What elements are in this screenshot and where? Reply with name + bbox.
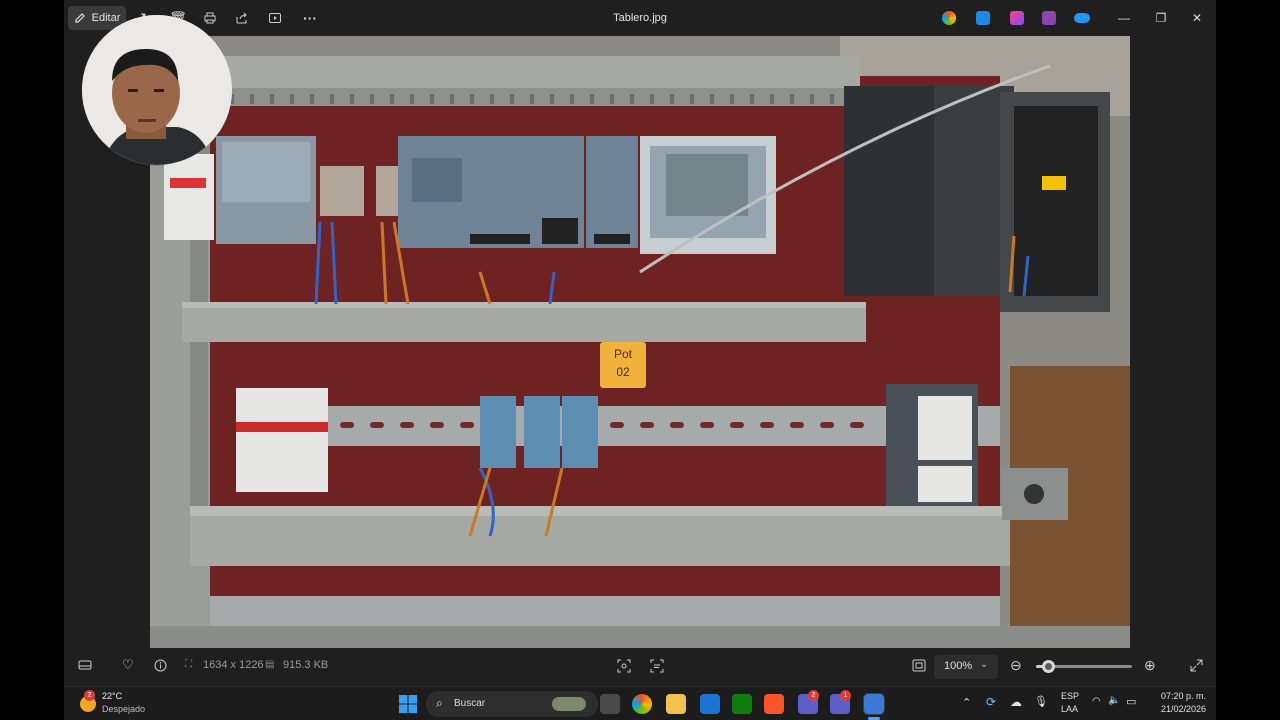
weather-desc: Despejado: [102, 704, 146, 714]
search-icon: ⌕: [436, 696, 443, 710]
zoom-in-icon[interactable]: ⊕: [1144, 657, 1156, 674]
bottom-bar: ♡ ⛶ 1634 x 1226 ▤ 915.3 KB 100% ⌄ ⊖ ⊕: [64, 648, 1216, 686]
clock-date[interactable]: 21/02/2026: [1152, 704, 1206, 714]
clock-time[interactable]: 07:20 p. m.: [1156, 691, 1206, 701]
search-box[interactable]: ⌕ Buscar: [426, 691, 598, 717]
sticker-line2: 02: [616, 365, 630, 379]
brave-icon[interactable]: [764, 694, 784, 714]
text-scan-icon[interactable]: [650, 659, 664, 676]
restore-button[interactable]: ❐: [1151, 9, 1171, 27]
file-explorer-icon[interactable]: [666, 694, 686, 714]
dimensions-icon: ⛶: [185, 659, 192, 670]
vscode-icon[interactable]: [700, 694, 720, 714]
info-icon[interactable]: [154, 659, 167, 675]
sticker-line1: Pot: [614, 347, 633, 361]
cloud-icon[interactable]: ☁: [1010, 695, 1022, 709]
volume-icon[interactable]: 🔈: [1108, 695, 1120, 706]
create-icon[interactable]: [1042, 11, 1056, 25]
person-avatar: [82, 15, 232, 165]
weather-badge: 2: [84, 690, 95, 701]
zoom-dropdown[interactable]: 100% ⌄: [934, 655, 998, 679]
photo-viewer[interactable]: Pot 02: [150, 36, 1130, 648]
copilot-taskbar-icon[interactable]: [632, 694, 652, 714]
fit-to-window-icon[interactable]: [912, 659, 926, 675]
zoom-slider-thumb[interactable]: [1041, 660, 1055, 673]
search-placeholder: Buscar: [454, 698, 486, 709]
teams-icon[interactable]: 2: [798, 690, 819, 714]
onedrive-icon[interactable]: [1074, 13, 1090, 23]
wifi-icon[interactable]: ◠: [1092, 696, 1101, 707]
zoom-value: 100%: [944, 660, 973, 672]
designer-icon[interactable]: [976, 11, 990, 25]
xbox-icon[interactable]: [732, 694, 752, 714]
favorite-icon[interactable]: ♡: [122, 657, 134, 673]
zoom-out-icon[interactable]: ⊖: [1010, 657, 1022, 674]
battery-icon[interactable]: ▭: [1126, 695, 1136, 708]
windows-icon: [399, 695, 417, 713]
chevron-up-icon[interactable]: ⌃: [962, 696, 971, 709]
electrical-panel-photo: Pot 02: [150, 36, 1130, 648]
weather-widget[interactable]: 2: [78, 690, 100, 714]
photos-app-icon[interactable]: [863, 693, 885, 715]
visual-search-icon[interactable]: [617, 659, 631, 676]
microphone-icon[interactable]: 🎙: [1034, 695, 1048, 708]
desktop: Editar ↻ 🗑 ··· Tablero.jpg — ❐ ✕: [0, 0, 1280, 720]
filesize-icon: ▤: [265, 659, 275, 670]
sync-icon[interactable]: ⟳: [986, 695, 996, 709]
teams-badge: 2: [808, 690, 819, 701]
task-view-icon[interactable]: [600, 694, 620, 714]
start-button[interactable]: [398, 694, 418, 714]
language-1[interactable]: ESP: [1061, 691, 1079, 701]
teams-work-icon[interactable]: 1: [830, 690, 851, 714]
chevron-down-icon: ⌄: [980, 659, 989, 670]
zoom-slider[interactable]: [1036, 660, 1132, 673]
close-button[interactable]: ✕: [1187, 9, 1207, 27]
minimize-button[interactable]: —: [1114, 9, 1134, 27]
webcam-overlay: [82, 15, 232, 165]
search-highlight-icon: [552, 697, 586, 711]
teams-work-badge: 1: [840, 690, 851, 701]
clipchamp-icon[interactable]: [1010, 11, 1024, 25]
weather-temp: 22°C: [102, 691, 123, 701]
image-dimensions: 1634 x 1226: [203, 659, 264, 671]
copilot-icon[interactable]: [942, 11, 956, 25]
fullscreen-icon[interactable]: [1190, 659, 1203, 675]
image-filesize: 915.3 KB: [283, 659, 329, 671]
photos-window: Editar ↻ 🗑 ··· Tablero.jpg — ❐ ✕: [64, 0, 1216, 686]
taskbar: 2 22°C Despejado ⌕ Buscar 2 1 ⌃ ⟳ ☁ 🎙 ES…: [64, 686, 1216, 720]
filmstrip-icon[interactable]: [78, 659, 92, 674]
title-bar: Editar ↻ 🗑 ··· Tablero.jpg — ❐ ✕: [64, 0, 1216, 36]
language-2[interactable]: LAA: [1061, 704, 1078, 714]
